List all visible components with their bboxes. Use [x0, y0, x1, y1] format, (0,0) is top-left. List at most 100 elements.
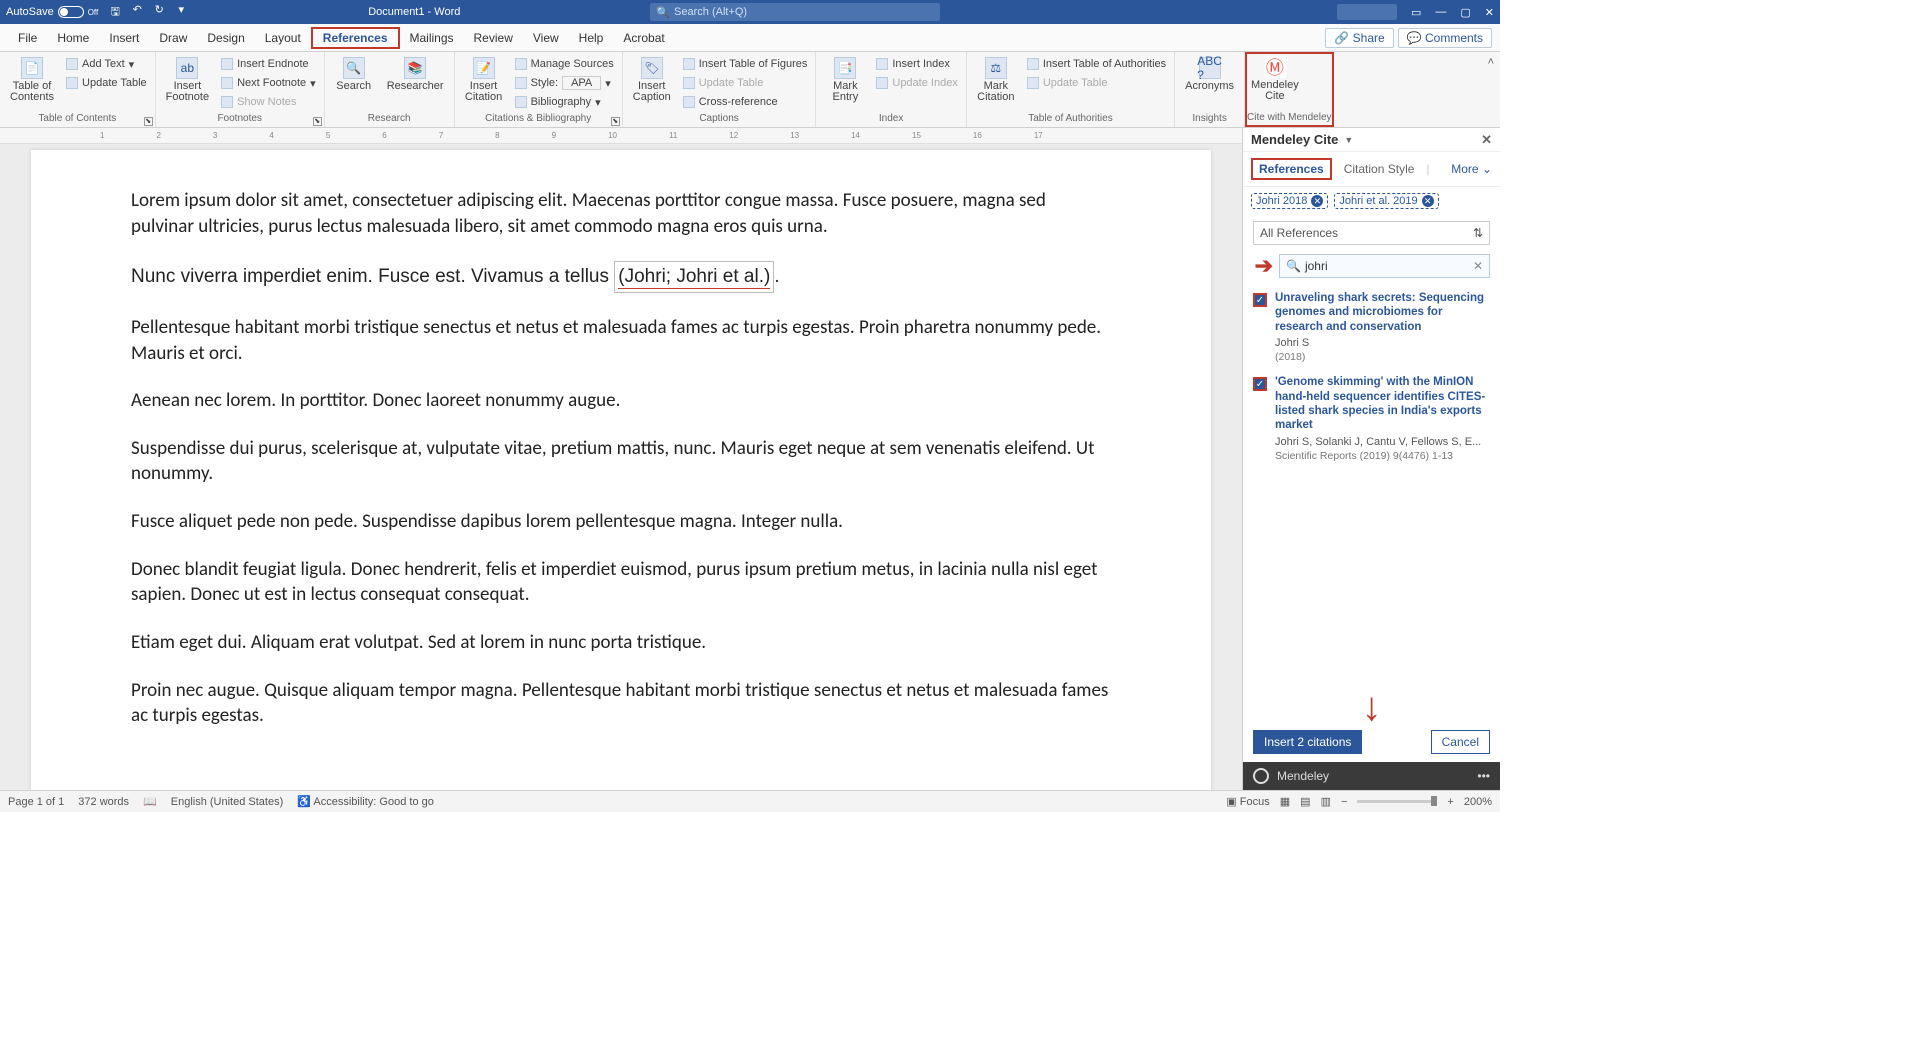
search-button[interactable]: 🔍Search [331, 55, 377, 94]
view-web-icon[interactable]: ▥ [1321, 795, 1331, 808]
page-indicator[interactable]: Page 1 of 1 [8, 796, 64, 808]
ribbon-display-icon[interactable]: ▭ [1411, 6, 1421, 19]
insert-citation-button[interactable]: 📝InsertCitation [461, 55, 507, 105]
researcher-button[interactable]: 📚Researcher [383, 55, 448, 94]
acronyms-button[interactable]: ABC?Acronyms [1181, 55, 1238, 94]
tab-home[interactable]: Home [47, 24, 99, 51]
panel-tab-references[interactable]: References [1251, 158, 1332, 180]
result-item[interactable]: ✓ Unraveling shark secrets: Sequencing g… [1253, 285, 1490, 369]
paragraph[interactable]: Pellentesque habitant morbi tristique se… [131, 315, 1111, 366]
result-checkbox[interactable]: ✓ [1253, 293, 1267, 307]
zoom-slider[interactable] [1357, 800, 1437, 803]
dialog-launcher-icon[interactable]: ⬊ [144, 117, 153, 126]
word-count[interactable]: 372 words [78, 796, 129, 808]
show-notes-button[interactable]: Show Notes [219, 93, 318, 111]
paragraph[interactable]: Fusce aliquet pede non pede. Suspendisse… [131, 509, 1111, 535]
paragraph[interactable]: Proin nec augue. Quisque aliquam tempor … [131, 678, 1111, 729]
bibliography-button[interactable]: Bibliography ▾ [513, 93, 616, 111]
insert-caption-button[interactable]: 🏷InsertCaption [629, 55, 675, 105]
redo-icon[interactable]: ↻ [152, 3, 166, 22]
update-index-button[interactable]: Update Index [874, 74, 959, 92]
paragraph[interactable]: Donec blandit feugiat ligula. Donec hend… [131, 557, 1111, 608]
paragraph[interactable]: Aenean nec lorem. In porttitor. Donec la… [131, 388, 1111, 414]
insert-toa-button[interactable]: Insert Table of Authorities [1025, 55, 1168, 73]
panel-tab-citation-style[interactable]: Citation Style [1342, 160, 1417, 178]
manage-sources-button[interactable]: Manage Sources [513, 55, 616, 73]
tab-layout[interactable]: Layout [255, 24, 311, 51]
spellcheck-icon[interactable]: 📖 [143, 795, 157, 808]
next-footnote-button[interactable]: Next Footnote ▾ [219, 74, 318, 92]
autosave-toggle[interactable]: AutoSave Off [6, 6, 98, 18]
update-toc-button[interactable]: Update Table [64, 74, 149, 92]
tab-mailings[interactable]: Mailings [400, 24, 464, 51]
update-toa-button[interactable]: Update Table [1025, 74, 1168, 92]
tab-acrobat[interactable]: Acrobat [613, 24, 674, 51]
paragraph[interactable]: Nunc viverra imperdiet enim. Fusce est. … [131, 261, 1111, 293]
mark-citation-button[interactable]: ⚖MarkCitation [973, 55, 1019, 105]
zoom-out-icon[interactable]: − [1341, 796, 1347, 808]
panel-more-menu[interactable]: More ⌄ [1451, 162, 1492, 176]
reference-collection-select[interactable]: All References⇅ [1253, 221, 1490, 245]
paragraph[interactable]: Suspendisse dui purus, scelerisque at, v… [131, 436, 1111, 487]
insert-citations-button[interactable]: Insert 2 citations [1253, 730, 1362, 754]
cancel-button[interactable]: Cancel [1431, 730, 1490, 754]
focus-mode-button[interactable]: ▣ Focus [1226, 795, 1269, 808]
update-tof-button[interactable]: Update Table [681, 74, 810, 92]
citation-chip[interactable]: Johri et al. 2019✕ [1334, 193, 1438, 209]
insert-tof-button[interactable]: Insert Table of Figures [681, 55, 810, 73]
view-print-icon[interactable]: ▤ [1300, 795, 1310, 808]
tab-view[interactable]: View [523, 24, 569, 51]
view-read-icon[interactable]: ▦ [1280, 795, 1290, 808]
insert-footnote-button[interactable]: abInsertFootnote [162, 55, 213, 105]
language-indicator[interactable]: English (United States) [171, 796, 284, 808]
dialog-launcher-icon[interactable]: ⬊ [313, 117, 322, 126]
remove-chip-icon[interactable]: ✕ [1422, 195, 1434, 207]
qat-dropdown-icon[interactable]: ▾ [174, 3, 188, 22]
result-item[interactable]: ✓ 'Genome skimming' with the MinION hand… [1253, 369, 1490, 468]
search-box[interactable]: 🔍 Search (Alt+Q) [650, 3, 940, 21]
maximize-icon[interactable]: ▢ [1460, 6, 1470, 19]
cross-reference-button[interactable]: Cross-reference [681, 93, 810, 111]
tab-references[interactable]: References [311, 27, 400, 49]
mendeley-cite-button[interactable]: ⓂMendeleyCite [1247, 54, 1303, 104]
panel-close-icon[interactable]: ✕ [1481, 132, 1492, 148]
zoom-level[interactable]: 200% [1464, 796, 1492, 808]
remove-chip-icon[interactable]: ✕ [1311, 195, 1323, 207]
footer-menu-icon[interactable]: ••• [1477, 769, 1490, 783]
add-text-button[interactable]: Add Text ▾ [64, 55, 149, 73]
style-selector[interactable]: Style: APA ▾ [513, 74, 616, 92]
collapse-ribbon-icon[interactable]: ˄ [1482, 52, 1500, 127]
result-checkbox[interactable]: ✓ [1253, 377, 1267, 391]
paragraph[interactable]: Lorem ipsum dolor sit amet, consectetuer… [131, 188, 1111, 239]
clear-search-icon[interactable]: ✕ [1473, 259, 1483, 273]
tab-review[interactable]: Review [464, 24, 523, 51]
citation-field[interactable]: (Johri; Johri et al.) [614, 261, 774, 293]
dialog-launcher-icon[interactable]: ⬊ [611, 117, 620, 126]
insert-index-button[interactable]: Insert Index [874, 55, 959, 73]
comments-button[interactable]: 💬 Comments [1398, 28, 1492, 48]
insert-endnote-button[interactable]: Insert Endnote [219, 55, 318, 73]
tab-design[interactable]: Design [197, 24, 254, 51]
accessibility-indicator[interactable]: ♿ Accessibility: Good to go [297, 795, 434, 808]
toggle-icon[interactable] [58, 6, 84, 18]
tab-draw[interactable]: Draw [149, 24, 197, 51]
citation-chip[interactable]: Johri 2018✕ [1251, 193, 1328, 209]
panel-menu-icon[interactable]: ▼ [1344, 135, 1353, 145]
account-badge[interactable] [1337, 4, 1397, 20]
mark-entry-button[interactable]: 📑MarkEntry [822, 55, 868, 105]
horizontal-ruler[interactable]: 1234567891011121314151617 [0, 128, 1242, 144]
minimize-icon[interactable]: — [1435, 6, 1446, 19]
document-page[interactable]: Lorem ipsum dolor sit amet, consectetuer… [31, 150, 1211, 790]
tab-file[interactable]: File [8, 24, 47, 51]
tab-help[interactable]: Help [569, 24, 614, 51]
table-of-contents-button[interactable]: 📄Table ofContents [6, 55, 58, 105]
zoom-in-icon[interactable]: + [1447, 796, 1453, 808]
panel-title: Mendeley Cite [1251, 132, 1338, 147]
save-icon[interactable]: 🖫 [108, 3, 122, 22]
paragraph[interactable]: Etiam eget dui. Aliquam erat volutpat. S… [131, 630, 1111, 656]
reference-search-input[interactable]: 🔍 johri ✕ [1279, 254, 1490, 278]
close-icon[interactable]: ✕ [1485, 6, 1494, 19]
share-button[interactable]: 🔗 Share [1325, 28, 1393, 48]
undo-icon[interactable]: ↶ [130, 3, 144, 22]
tab-insert[interactable]: Insert [99, 24, 149, 51]
